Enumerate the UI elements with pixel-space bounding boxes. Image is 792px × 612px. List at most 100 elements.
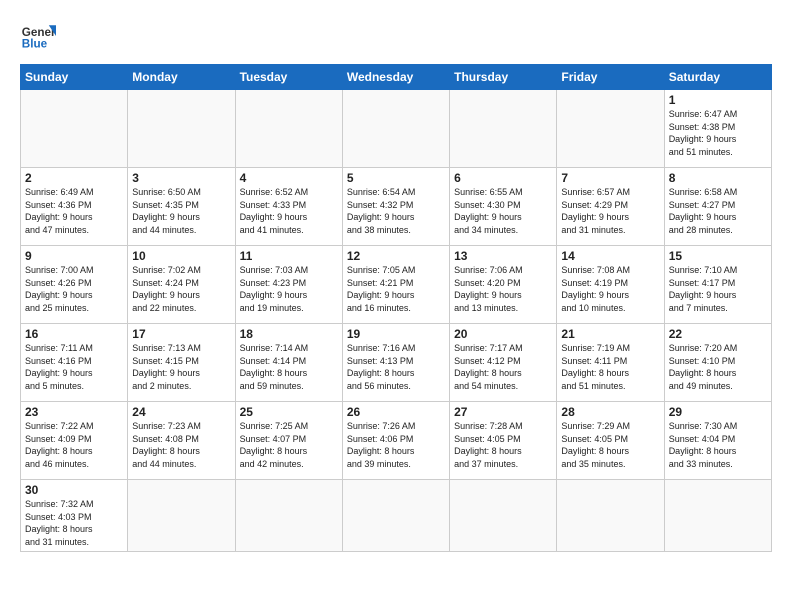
calendar-day-cell: 7Sunrise: 6:57 AM Sunset: 4:29 PM Daylig… [557,168,664,246]
day-number: 18 [240,327,338,341]
day-number: 20 [454,327,552,341]
page: General Blue SundayMondayTuesdayWednesda… [0,0,792,562]
calendar-day-cell: 8Sunrise: 6:58 AM Sunset: 4:27 PM Daylig… [664,168,771,246]
calendar-header-saturday: Saturday [664,65,771,90]
generalblue-logo-icon: General Blue [20,18,56,54]
calendar-day-cell [128,480,235,552]
calendar-day-cell [128,90,235,168]
calendar-header-tuesday: Tuesday [235,65,342,90]
day-info: Sunrise: 7:19 AM Sunset: 4:11 PM Dayligh… [561,342,659,392]
calendar-header-monday: Monday [128,65,235,90]
day-number: 26 [347,405,445,419]
calendar-day-cell: 5Sunrise: 6:54 AM Sunset: 4:32 PM Daylig… [342,168,449,246]
calendar-day-cell: 9Sunrise: 7:00 AM Sunset: 4:26 PM Daylig… [21,246,128,324]
calendar-week-row: 23Sunrise: 7:22 AM Sunset: 4:09 PM Dayli… [21,402,772,480]
day-number: 13 [454,249,552,263]
day-info: Sunrise: 7:02 AM Sunset: 4:24 PM Dayligh… [132,264,230,314]
calendar-day-cell: 15Sunrise: 7:10 AM Sunset: 4:17 PM Dayli… [664,246,771,324]
day-number: 9 [25,249,123,263]
day-info: Sunrise: 6:49 AM Sunset: 4:36 PM Dayligh… [25,186,123,236]
day-number: 30 [25,483,123,497]
day-number: 28 [561,405,659,419]
day-number: 29 [669,405,767,419]
day-number: 16 [25,327,123,341]
logo: General Blue [20,18,56,54]
calendar-day-cell: 2Sunrise: 6:49 AM Sunset: 4:36 PM Daylig… [21,168,128,246]
calendar-week-row: 16Sunrise: 7:11 AM Sunset: 4:16 PM Dayli… [21,324,772,402]
day-number: 11 [240,249,338,263]
day-info: Sunrise: 7:08 AM Sunset: 4:19 PM Dayligh… [561,264,659,314]
day-info: Sunrise: 7:17 AM Sunset: 4:12 PM Dayligh… [454,342,552,392]
calendar-day-cell: 1Sunrise: 6:47 AM Sunset: 4:38 PM Daylig… [664,90,771,168]
day-info: Sunrise: 7:11 AM Sunset: 4:16 PM Dayligh… [25,342,123,392]
day-number: 27 [454,405,552,419]
day-info: Sunrise: 7:25 AM Sunset: 4:07 PM Dayligh… [240,420,338,470]
calendar-day-cell [664,480,771,552]
calendar-day-cell: 18Sunrise: 7:14 AM Sunset: 4:14 PM Dayli… [235,324,342,402]
day-number: 24 [132,405,230,419]
calendar-day-cell: 6Sunrise: 6:55 AM Sunset: 4:30 PM Daylig… [450,168,557,246]
calendar-day-cell [342,90,449,168]
day-number: 17 [132,327,230,341]
day-info: Sunrise: 6:55 AM Sunset: 4:30 PM Dayligh… [454,186,552,236]
calendar-day-cell: 4Sunrise: 6:52 AM Sunset: 4:33 PM Daylig… [235,168,342,246]
calendar-day-cell: 24Sunrise: 7:23 AM Sunset: 4:08 PM Dayli… [128,402,235,480]
day-info: Sunrise: 7:00 AM Sunset: 4:26 PM Dayligh… [25,264,123,314]
calendar-header-wednesday: Wednesday [342,65,449,90]
calendar-day-cell: 26Sunrise: 7:26 AM Sunset: 4:06 PM Dayli… [342,402,449,480]
day-info: Sunrise: 7:20 AM Sunset: 4:10 PM Dayligh… [669,342,767,392]
day-info: Sunrise: 7:28 AM Sunset: 4:05 PM Dayligh… [454,420,552,470]
calendar-day-cell: 29Sunrise: 7:30 AM Sunset: 4:04 PM Dayli… [664,402,771,480]
day-number: 19 [347,327,445,341]
day-number: 10 [132,249,230,263]
calendar-day-cell [450,480,557,552]
calendar-day-cell [342,480,449,552]
calendar-day-cell: 28Sunrise: 7:29 AM Sunset: 4:05 PM Dayli… [557,402,664,480]
day-info: Sunrise: 7:29 AM Sunset: 4:05 PM Dayligh… [561,420,659,470]
svg-text:Blue: Blue [22,38,48,51]
calendar-day-cell: 14Sunrise: 7:08 AM Sunset: 4:19 PM Dayli… [557,246,664,324]
calendar-day-cell: 17Sunrise: 7:13 AM Sunset: 4:15 PM Dayli… [128,324,235,402]
calendar-day-cell: 19Sunrise: 7:16 AM Sunset: 4:13 PM Dayli… [342,324,449,402]
day-info: Sunrise: 7:22 AM Sunset: 4:09 PM Dayligh… [25,420,123,470]
calendar-week-row: 30Sunrise: 7:32 AM Sunset: 4:03 PM Dayli… [21,480,772,552]
day-number: 1 [669,93,767,107]
calendar-day-cell [450,90,557,168]
day-number: 8 [669,171,767,185]
day-info: Sunrise: 6:54 AM Sunset: 4:32 PM Dayligh… [347,186,445,236]
calendar-day-cell: 3Sunrise: 6:50 AM Sunset: 4:35 PM Daylig… [128,168,235,246]
day-info: Sunrise: 7:23 AM Sunset: 4:08 PM Dayligh… [132,420,230,470]
day-number: 12 [347,249,445,263]
calendar-day-cell: 23Sunrise: 7:22 AM Sunset: 4:09 PM Dayli… [21,402,128,480]
calendar-header-thursday: Thursday [450,65,557,90]
day-number: 7 [561,171,659,185]
calendar-day-cell [235,90,342,168]
calendar-week-row: 9Sunrise: 7:00 AM Sunset: 4:26 PM Daylig… [21,246,772,324]
day-info: Sunrise: 7:13 AM Sunset: 4:15 PM Dayligh… [132,342,230,392]
calendar-day-cell: 16Sunrise: 7:11 AM Sunset: 4:16 PM Dayli… [21,324,128,402]
calendar-day-cell: 10Sunrise: 7:02 AM Sunset: 4:24 PM Dayli… [128,246,235,324]
day-number: 2 [25,171,123,185]
calendar-day-cell: 20Sunrise: 7:17 AM Sunset: 4:12 PM Dayli… [450,324,557,402]
calendar-day-cell [557,90,664,168]
calendar-week-row: 1Sunrise: 6:47 AM Sunset: 4:38 PM Daylig… [21,90,772,168]
day-number: 22 [669,327,767,341]
day-info: Sunrise: 7:06 AM Sunset: 4:20 PM Dayligh… [454,264,552,314]
day-info: Sunrise: 7:26 AM Sunset: 4:06 PM Dayligh… [347,420,445,470]
day-info: Sunrise: 7:05 AM Sunset: 4:21 PM Dayligh… [347,264,445,314]
day-info: Sunrise: 6:52 AM Sunset: 4:33 PM Dayligh… [240,186,338,236]
day-number: 3 [132,171,230,185]
day-number: 23 [25,405,123,419]
day-number: 15 [669,249,767,263]
day-info: Sunrise: 7:16 AM Sunset: 4:13 PM Dayligh… [347,342,445,392]
calendar-day-cell: 11Sunrise: 7:03 AM Sunset: 4:23 PM Dayli… [235,246,342,324]
calendar-header-row: SundayMondayTuesdayWednesdayThursdayFrid… [21,65,772,90]
calendar-header-friday: Friday [557,65,664,90]
calendar-day-cell: 30Sunrise: 7:32 AM Sunset: 4:03 PM Dayli… [21,480,128,552]
day-info: Sunrise: 7:14 AM Sunset: 4:14 PM Dayligh… [240,342,338,392]
day-info: Sunrise: 7:03 AM Sunset: 4:23 PM Dayligh… [240,264,338,314]
calendar-day-cell [21,90,128,168]
day-number: 14 [561,249,659,263]
day-number: 21 [561,327,659,341]
calendar-day-cell: 22Sunrise: 7:20 AM Sunset: 4:10 PM Dayli… [664,324,771,402]
